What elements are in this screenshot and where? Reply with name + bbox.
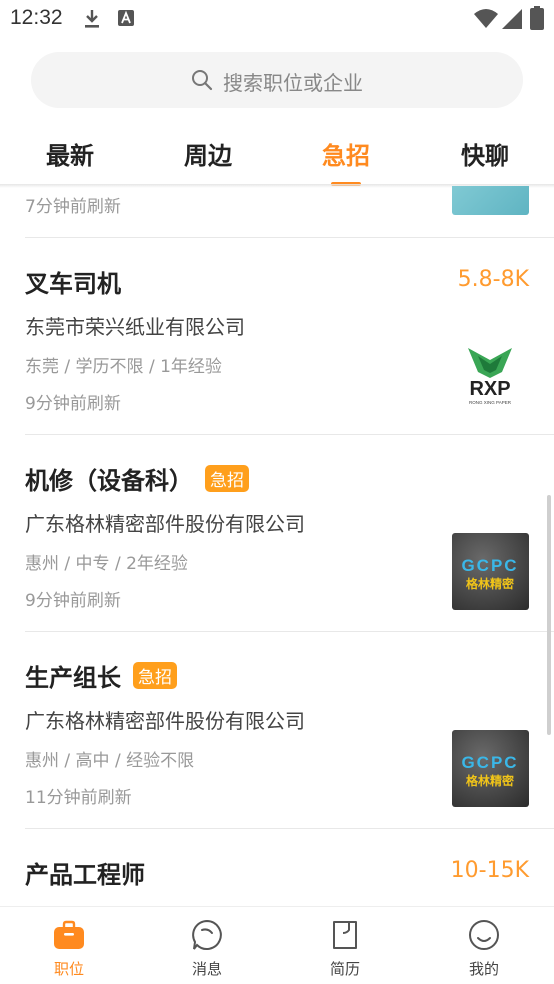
search-input[interactable]: 搜索职位或企业 — [31, 52, 523, 108]
scrollbar[interactable] — [547, 495, 551, 735]
refresh-time: 9分钟前刷新 — [25, 394, 121, 414]
urgent-badge: 急招 — [205, 465, 249, 492]
nav-label: 消息 — [191, 960, 222, 978]
tab-nearby[interactable]: 周边 — [158, 136, 258, 171]
job-card[interactable]: 产品工程师 10-15K — [0, 829, 554, 906]
status-bar: 12:32 — [0, 0, 554, 38]
company-logo: RXP RONG XING PAPER — [452, 338, 529, 415]
signal-icon — [502, 9, 522, 29]
company-name: 广东格林精密部件股份有限公司 — [25, 709, 305, 733]
job-requirements: 惠州 / 高中 / 经验不限 — [25, 751, 195, 771]
rxp-logo-icon: RXP RONG XING PAPER — [468, 348, 512, 405]
tab-bar: 最新 周边 急招 快聊 — [0, 124, 554, 186]
urgent-badge: 急招 — [133, 662, 177, 689]
svg-text:RXP: RXP — [469, 378, 510, 400]
tab-urgent[interactable]: 急招 — [296, 136, 396, 171]
job-card[interactable]: 7分钟前刷新 — [0, 186, 554, 238]
nav-label: 职位 — [53, 960, 84, 978]
svg-text:格林精密: 格林精密 — [466, 576, 514, 591]
search-placeholder: 搜索职位或企业 — [223, 71, 363, 95]
job-title-text: 机修（设备科） — [25, 467, 193, 495]
gcpc-logo-icon: GCPC 格林精密 — [461, 556, 518, 591]
nav-resume[interactable]: 简历 — [300, 907, 390, 984]
job-title: 机修（设备科） 急招 — [25, 461, 249, 496]
document-icon — [333, 921, 357, 949]
nav-profile[interactable]: 我的 — [439, 907, 529, 984]
wifi-icon — [474, 9, 498, 28]
nav-label: 简历 — [329, 960, 360, 978]
refresh-time: 11分钟前刷新 — [25, 788, 132, 808]
job-requirements: 惠州 / 中专 / 2年经验 — [25, 554, 188, 574]
company-logo: GCPC 格林精密 — [452, 730, 529, 807]
nav-label: 我的 — [468, 960, 499, 978]
svg-text:GCPC: GCPC — [461, 753, 518, 772]
company-name: 广东格林精密部件股份有限公司 — [25, 512, 305, 536]
tab-latest[interactable]: 最新 — [20, 136, 120, 171]
job-title: 叉车司机 — [25, 270, 121, 298]
tab-quick-chat[interactable]: 快聊 — [435, 136, 535, 171]
company-name: 东莞市荣兴纸业有限公司 — [25, 315, 245, 339]
job-requirements: 东莞 / 学历不限 / 1年经验 — [25, 357, 222, 377]
refresh-time: 7分钟前刷新 — [25, 197, 121, 217]
svg-text:RONG XING PAPER: RONG XING PAPER — [469, 400, 512, 405]
salary: 5.8-8K — [457, 267, 529, 292]
job-list[interactable]: 7分钟前刷新 叉车司机 5.8-8K 东莞市荣兴纸业有限公司 东莞 / 学历不限… — [0, 186, 554, 906]
job-card[interactable]: 机修（设备科） 急招 广东格林精密部件股份有限公司 惠州 / 中专 / 2年经验 … — [0, 435, 554, 632]
bottom-nav: 职位 消息 简历 我的 — [0, 906, 554, 984]
job-card[interactable]: 生产组长 急招 广东格林精密部件股份有限公司 惠州 / 高中 / 经验不限 11分… — [0, 632, 554, 829]
job-title-text: 生产组长 — [25, 664, 121, 692]
salary: 10-15K — [450, 858, 529, 883]
status-time: 12:32 — [10, 6, 63, 29]
job-title: 产品工程师 — [25, 861, 145, 889]
svg-text:GCPC: GCPC — [461, 556, 518, 575]
chat-bubble-icon — [192, 919, 222, 950]
nav-jobs[interactable]: 职位 — [24, 907, 114, 984]
download-icon — [85, 10, 99, 28]
smiley-icon — [469, 920, 499, 950]
briefcase-icon — [54, 920, 84, 949]
refresh-time: 9分钟前刷新 — [25, 591, 121, 611]
battery-icon — [530, 6, 544, 30]
svg-text:格林精密: 格林精密 — [466, 773, 514, 788]
job-title: 生产组长 急招 — [25, 658, 177, 693]
gcpc-logo-icon: GCPC 格林精密 — [461, 753, 518, 788]
job-card[interactable]: 叉车司机 5.8-8K 东莞市荣兴纸业有限公司 东莞 / 学历不限 / 1年经验… — [0, 238, 554, 435]
keyboard-a-icon — [118, 10, 134, 26]
nav-messages[interactable]: 消息 — [162, 907, 252, 984]
search-icon — [192, 70, 213, 91]
company-logo: GCPC 格林精密 — [452, 533, 529, 610]
company-logo — [452, 186, 529, 215]
